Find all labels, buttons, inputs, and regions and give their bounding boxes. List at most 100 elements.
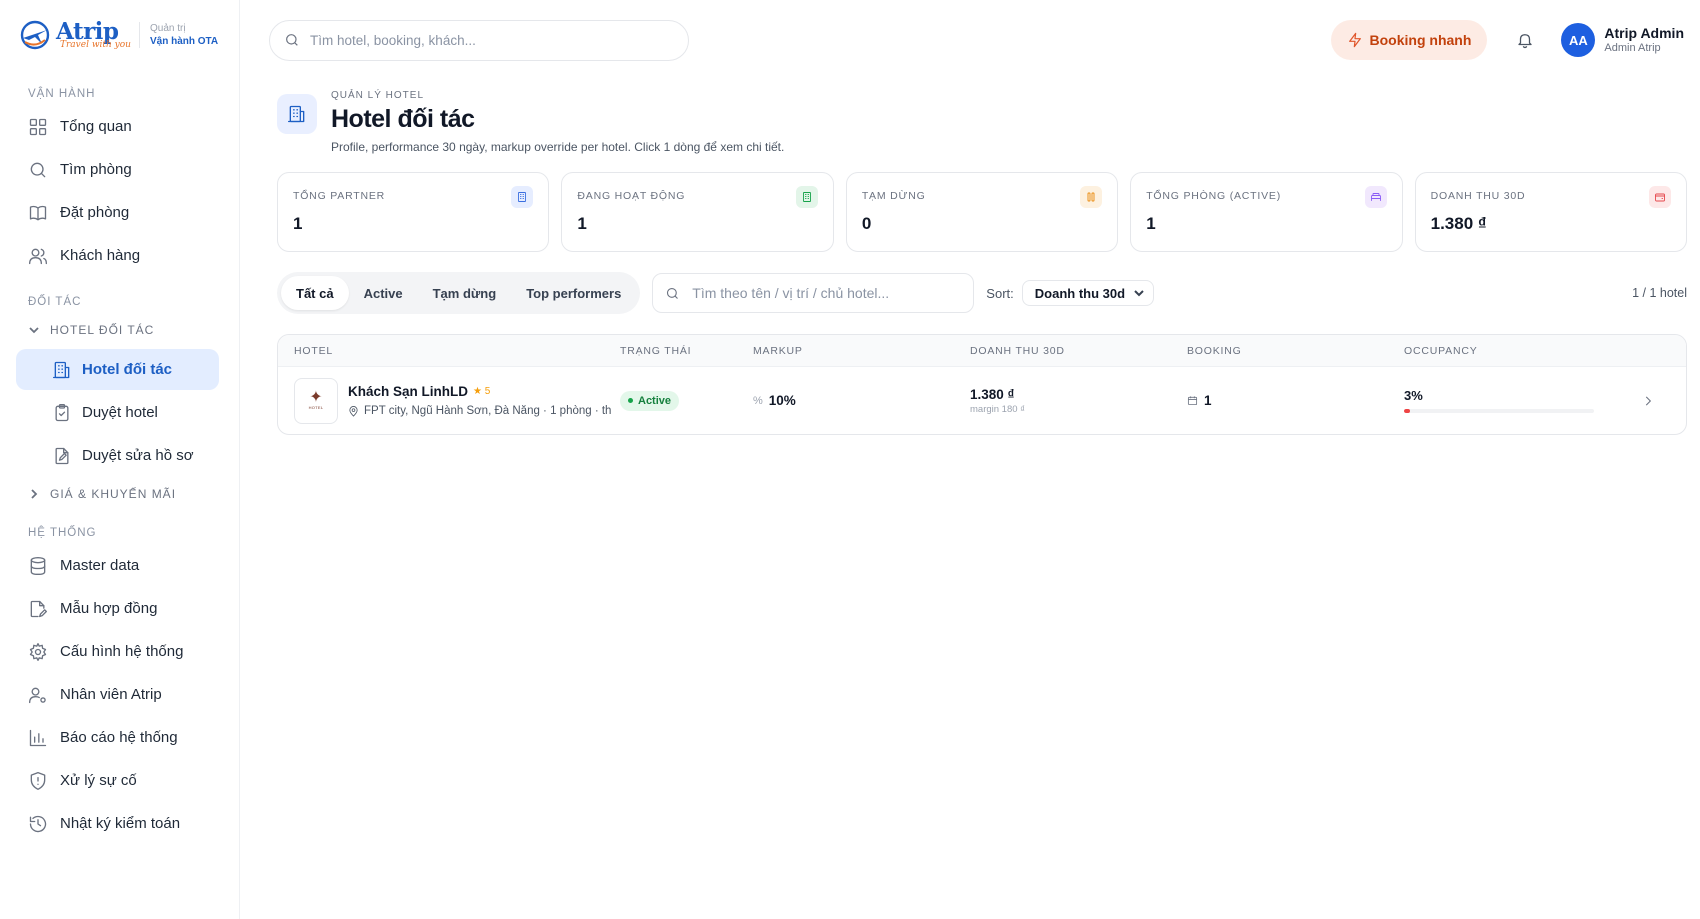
sidebar-item-staff[interactable]: Nhân viên Atrip [0, 673, 239, 716]
sidebar-item-system-config[interactable]: Cấu hình hệ thống [0, 630, 239, 673]
sidebar-item-master-data[interactable]: Master data [0, 544, 239, 587]
star-rating: ★ 5 [473, 386, 491, 397]
group-label: HOTEL ĐỐI TÁC [50, 323, 155, 337]
sidebar-item-label: Nhân viên Atrip [60, 686, 162, 703]
users-icon [29, 248, 47, 264]
search-icon [667, 287, 679, 299]
user-menu[interactable]: AA Atrip Admin Admin Atrip [1561, 23, 1684, 57]
result-count: 1 / 1 hotel [1632, 286, 1687, 300]
lightning-icon [1348, 32, 1361, 48]
global-search-input[interactable] [310, 32, 670, 48]
sidebar-item-find-room[interactable]: Tìm phòng [0, 148, 239, 191]
stat-value: 1 [1146, 214, 1156, 233]
stat-card-total-partner: TỔNG PARTNER 1 [277, 172, 550, 252]
sidebar-item-label: Duyệt sửa hồ sơ [82, 447, 194, 464]
stat-card-total-rooms: TỔNG PHÒNG (ACTIVE) 1 [1130, 172, 1403, 252]
page-description: Profile, performance 30 ngày, markup ove… [331, 140, 785, 154]
brand-sub-top: Quản trị [149, 23, 186, 34]
sidebar-item-customers[interactable]: Khách hàng [0, 234, 239, 277]
brand-divider [138, 22, 140, 48]
sidebar-item-label: Tìm phòng [60, 161, 132, 178]
database-icon [30, 556, 46, 575]
tab-active[interactable]: Active [349, 276, 418, 310]
user-cog-icon [29, 687, 46, 703]
bed-icon [1364, 186, 1387, 208]
sort-select[interactable]: Doanh thu 30d [1021, 280, 1155, 306]
stat-value: 1 [293, 214, 303, 233]
stat-value: 1.380 ₫ [1430, 214, 1487, 233]
sidebar-item-incidents[interactable]: Xử lý sự cố [0, 759, 239, 802]
quick-booking-button[interactable]: Booking nhanh [1330, 20, 1488, 60]
gear-icon [29, 642, 47, 661]
sidebar-item-label: Hotel đối tác [82, 361, 173, 378]
table-row[interactable]: ✦ HOTEL Khách Sạn LinhLD ★ 5 FPT city, N… [278, 367, 1686, 434]
occupancy-bar [1404, 409, 1594, 413]
stat-label: DOANH THU 30D [1430, 190, 1526, 202]
column-header-status[interactable]: TRẠNG THÁI [620, 345, 753, 357]
sidebar-item-overview[interactable]: Tổng quan [0, 105, 239, 148]
hotel-search-input[interactable] [692, 285, 963, 301]
stat-card-paused: TẠM DỪNG 0 [845, 172, 1119, 252]
sidebar-item-hotel-partners[interactable]: Hotel đối tác [16, 349, 219, 390]
calendar-icon [1187, 396, 1198, 406]
table-header: HOTEL TRẠNG THÁI MARKUP DOANH THU 30D BO… [278, 335, 1686, 367]
sort-value: Doanh thu 30d [1034, 285, 1126, 301]
tab-all[interactable]: Tất cả [281, 276, 349, 310]
sidebar-item-label: Cấu hình hệ thống [60, 643, 184, 660]
column-header-revenue[interactable]: DOANH THU 30D [970, 345, 1187, 357]
section-title-partners: ĐỐI TÁC [28, 296, 82, 308]
sidebar-item-label: Xử lý sự cố [60, 772, 137, 789]
file-edit-icon [55, 447, 69, 464]
column-header-markup[interactable]: MARKUP [753, 345, 970, 357]
page-eyebrow: QUẢN LÝ HOTEL [331, 90, 425, 101]
column-header-hotel[interactable]: HOTEL [278, 345, 620, 357]
stat-label: TỔNG PHÒNG (ACTIVE) [1146, 190, 1282, 202]
sidebar-item-review-hotel[interactable]: Duyệt hotel [16, 392, 219, 433]
user-role: Admin Atrip [1604, 42, 1661, 54]
tab-top-performers[interactable]: Top performers [511, 276, 636, 310]
page-title: Hotel đối tác [331, 105, 475, 133]
stat-label: TỔNG PARTNER [293, 190, 386, 202]
sidebar-item-audit-log[interactable]: Nhật ký kiểm toán [0, 802, 239, 845]
quick-booking-label: Booking nhanh [1369, 32, 1472, 48]
hotel-location: FPT city, Ngũ Hành Sơn, Đà Nẵng · 1 phòn… [364, 405, 612, 417]
column-header-booking[interactable]: BOOKING [1187, 345, 1404, 357]
search-icon [30, 162, 46, 177]
sidebar-item-booking[interactable]: Đặt phòng [0, 191, 239, 234]
sidebar-item-label: Nhật ký kiểm toán [60, 815, 181, 832]
tab-paused[interactable]: Tạm dừng [418, 276, 512, 310]
filter-tabs: Tất cả Active Tạm dừng Top performers [277, 272, 641, 314]
hotel-search[interactable] [652, 273, 975, 313]
history-icon [29, 815, 47, 832]
section-title-system: HỆ THỐNG [28, 527, 97, 539]
sidebar-item-label: Khách hàng [60, 247, 141, 264]
group-price-promotion[interactable]: GIÁ & KHUYẾN MÃI [0, 480, 239, 508]
search-icon [286, 34, 298, 46]
occupancy-bar-fill [1404, 409, 1410, 413]
page-header: QUẢN LÝ HOTEL Hotel đối tác Profile, per… [240, 80, 1700, 172]
booking-count: 1 [1204, 393, 1212, 408]
building-icon [53, 361, 70, 378]
global-search[interactable] [269, 19, 689, 61]
group-hotel-partners[interactable]: HOTEL ĐỐI TÁC [0, 316, 239, 344]
logo[interactable]: Atrip Travel with you [18, 18, 131, 52]
logo-tagline: Travel with you [60, 40, 131, 50]
brand: Atrip Travel with you Quản trị Vận hành … [0, 0, 239, 70]
chevron-down-icon [29, 327, 39, 334]
notifications-button[interactable] [1505, 20, 1545, 60]
sidebar-item-review-profile-edits[interactable]: Duyệt sửa hồ sơ [16, 435, 219, 476]
sidebar-item-system-reports[interactable]: Báo cáo hệ thống [0, 716, 239, 759]
status-badge: Active [620, 390, 680, 411]
chevron-right-icon [31, 489, 38, 499]
sidebar-item-contract-templates[interactable]: Mẫu hợp đồng [0, 587, 239, 630]
margin-value: margin 180 ₫ [970, 403, 1026, 415]
building-icon [288, 105, 305, 123]
chevron-right-icon[interactable] [1641, 394, 1655, 408]
sidebar-item-label: Mẫu hợp đồng [60, 600, 158, 617]
sidebar: Atrip Travel with you Quản trị Vận hành … [0, 0, 240, 919]
clipboard-check-icon [55, 403, 69, 421]
column-header-occupancy[interactable]: OCCUPANCY [1404, 345, 1609, 357]
hotel-thumbnail: ✦ HOTEL [294, 377, 338, 424]
brand-sub-bottom: Vận hành OTA [149, 36, 219, 47]
sidebar-item-label: Tổng quan [60, 118, 132, 135]
